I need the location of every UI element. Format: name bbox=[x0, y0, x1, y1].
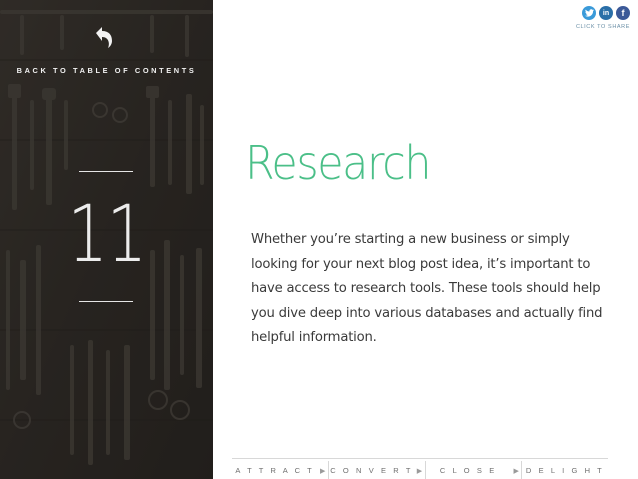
share-widget: in f CLICK TO SHARE bbox=[568, 6, 630, 30]
nav-delight[interactable]: D E L I G H T bbox=[521, 461, 608, 479]
nav-attract[interactable]: A T T R A C T bbox=[232, 461, 318, 479]
share-label: CLICK TO SHARE bbox=[575, 24, 630, 30]
linkedin-glyph: in bbox=[602, 9, 610, 17]
page-title: Research bbox=[245, 136, 431, 190]
share-icons: in f bbox=[568, 6, 630, 20]
nav-arrow-icon: ▶ bbox=[416, 467, 423, 475]
divider-top bbox=[79, 171, 133, 172]
nav-arrow-icon: ▶ bbox=[320, 467, 326, 475]
nav-convert[interactable]: C O N V E R T bbox=[327, 461, 415, 479]
divider-bottom bbox=[79, 301, 133, 302]
linkedin-icon[interactable]: in bbox=[599, 6, 613, 20]
facebook-glyph: f bbox=[621, 8, 625, 18]
nav-arrow-icon: ▶ bbox=[513, 467, 519, 475]
chapter-number: 11 bbox=[67, 190, 147, 280]
nav-close[interactable]: C L O S E bbox=[424, 461, 512, 479]
facebook-icon[interactable]: f bbox=[616, 6, 630, 20]
twitter-icon[interactable] bbox=[582, 6, 596, 20]
page: BACK TO TABLE OF CONTENTS 11 in f CLICK … bbox=[0, 0, 638, 479]
body-paragraph: Whether you’re starting a new business o… bbox=[251, 232, 603, 345]
bottom-nav: A T T R A C T ▶ C O N V E R T ▶ C L O S … bbox=[232, 458, 608, 479]
sidebar: BACK TO TABLE OF CONTENTS 11 bbox=[0, 0, 213, 479]
back-to-contents-link[interactable]: BACK TO TABLE OF CONTENTS bbox=[0, 66, 213, 75]
back-arrow-icon[interactable] bbox=[90, 22, 118, 50]
